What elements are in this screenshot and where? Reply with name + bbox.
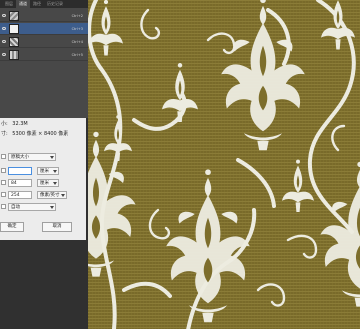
channel-thumbnail: [9, 11, 19, 21]
channel-thumbnail: [9, 24, 19, 34]
channel-shortcut: Ctrl+2: [71, 14, 83, 18]
visibility-eye-icon[interactable]: [2, 27, 6, 30]
resample-marker: [1, 204, 6, 209]
link-top-box: [1, 154, 6, 159]
chevron-down-icon: [50, 156, 54, 159]
visibility-eye-icon[interactable]: [2, 40, 6, 43]
channel-thumbnail: [9, 37, 19, 47]
resample-select[interactable]: 自动: [8, 203, 56, 211]
height-input[interactable]: 84: [8, 179, 32, 187]
channel-row-red[interactable]: Ctrl+3: [0, 23, 88, 35]
resolution-marker: [1, 192, 6, 197]
width-input[interactable]: [8, 167, 32, 175]
channel-shortcut: Ctrl+5: [71, 53, 83, 57]
cancel-button[interactable]: 取消: [42, 222, 72, 232]
height-unit-select[interactable]: 厘米: [37, 179, 59, 187]
tab-layers[interactable]: 图层: [2, 0, 16, 8]
chevron-down-icon: [61, 194, 65, 197]
visibility-eye-icon[interactable]: [2, 53, 6, 56]
channel-row-rgb[interactable]: Ctrl+2: [0, 10, 88, 22]
dimensions-label: 寸:: [1, 131, 8, 137]
resolution-unit-select[interactable]: 像素/英寸: [37, 191, 67, 199]
height-marker: [1, 180, 6, 185]
resolution-input[interactable]: 254: [8, 191, 32, 199]
height-unit-value: 厘米: [40, 181, 49, 186]
chevron-down-icon: [53, 170, 57, 173]
width-unit-value: 厘米: [40, 169, 49, 174]
resample-value: 自动: [11, 205, 20, 210]
image-size-dialog: 小: 32.3M 寸: 5300 像素 × 8400 像素 原稿大小 厘米 84…: [0, 118, 86, 240]
visibility-eye-icon[interactable]: [2, 14, 6, 17]
tab-history[interactable]: 历史记录: [44, 0, 66, 8]
file-size-row: 小: 32.3M: [1, 120, 28, 127]
resolution-unit-value: 像素/英寸: [40, 193, 60, 198]
document-canvas[interactable]: [88, 0, 360, 329]
dimensions-row: 寸: 5300 像素 × 8400 像素: [1, 130, 68, 137]
width-marker: [1, 168, 6, 173]
chevron-down-icon: [50, 206, 54, 209]
channel-row-blue[interactable]: Ctrl+5: [0, 49, 88, 61]
file-size-label: 小:: [1, 121, 8, 127]
fit-to-value: 原稿大小: [11, 155, 29, 160]
tab-channels[interactable]: 通道: [16, 0, 30, 8]
ok-button[interactable]: 确定: [0, 222, 24, 232]
tab-paths[interactable]: 路径: [30, 0, 44, 8]
damask-fabric-image: [88, 0, 360, 329]
file-size-value: 32.3M: [12, 121, 28, 127]
channel-shortcut: Ctrl+3: [71, 27, 83, 31]
channel-row-green[interactable]: Ctrl+4: [0, 36, 88, 48]
channel-shortcut: Ctrl+4: [71, 40, 83, 44]
dimensions-value: 5300 像素 × 8400 像素: [12, 131, 69, 137]
fit-to-select[interactable]: 原稿大小: [8, 153, 56, 161]
channels-panel: 图层 通道 路径 历史记录 Ctrl+2 Ctrl+3 Ctrl+4 Ctrl+…: [0, 0, 88, 118]
chevron-down-icon: [53, 182, 57, 185]
panel-tab-bar: 图层 通道 路径 历史记录: [0, 0, 88, 8]
width-unit-select[interactable]: 厘米: [37, 167, 59, 175]
channel-thumbnail: [9, 50, 19, 60]
